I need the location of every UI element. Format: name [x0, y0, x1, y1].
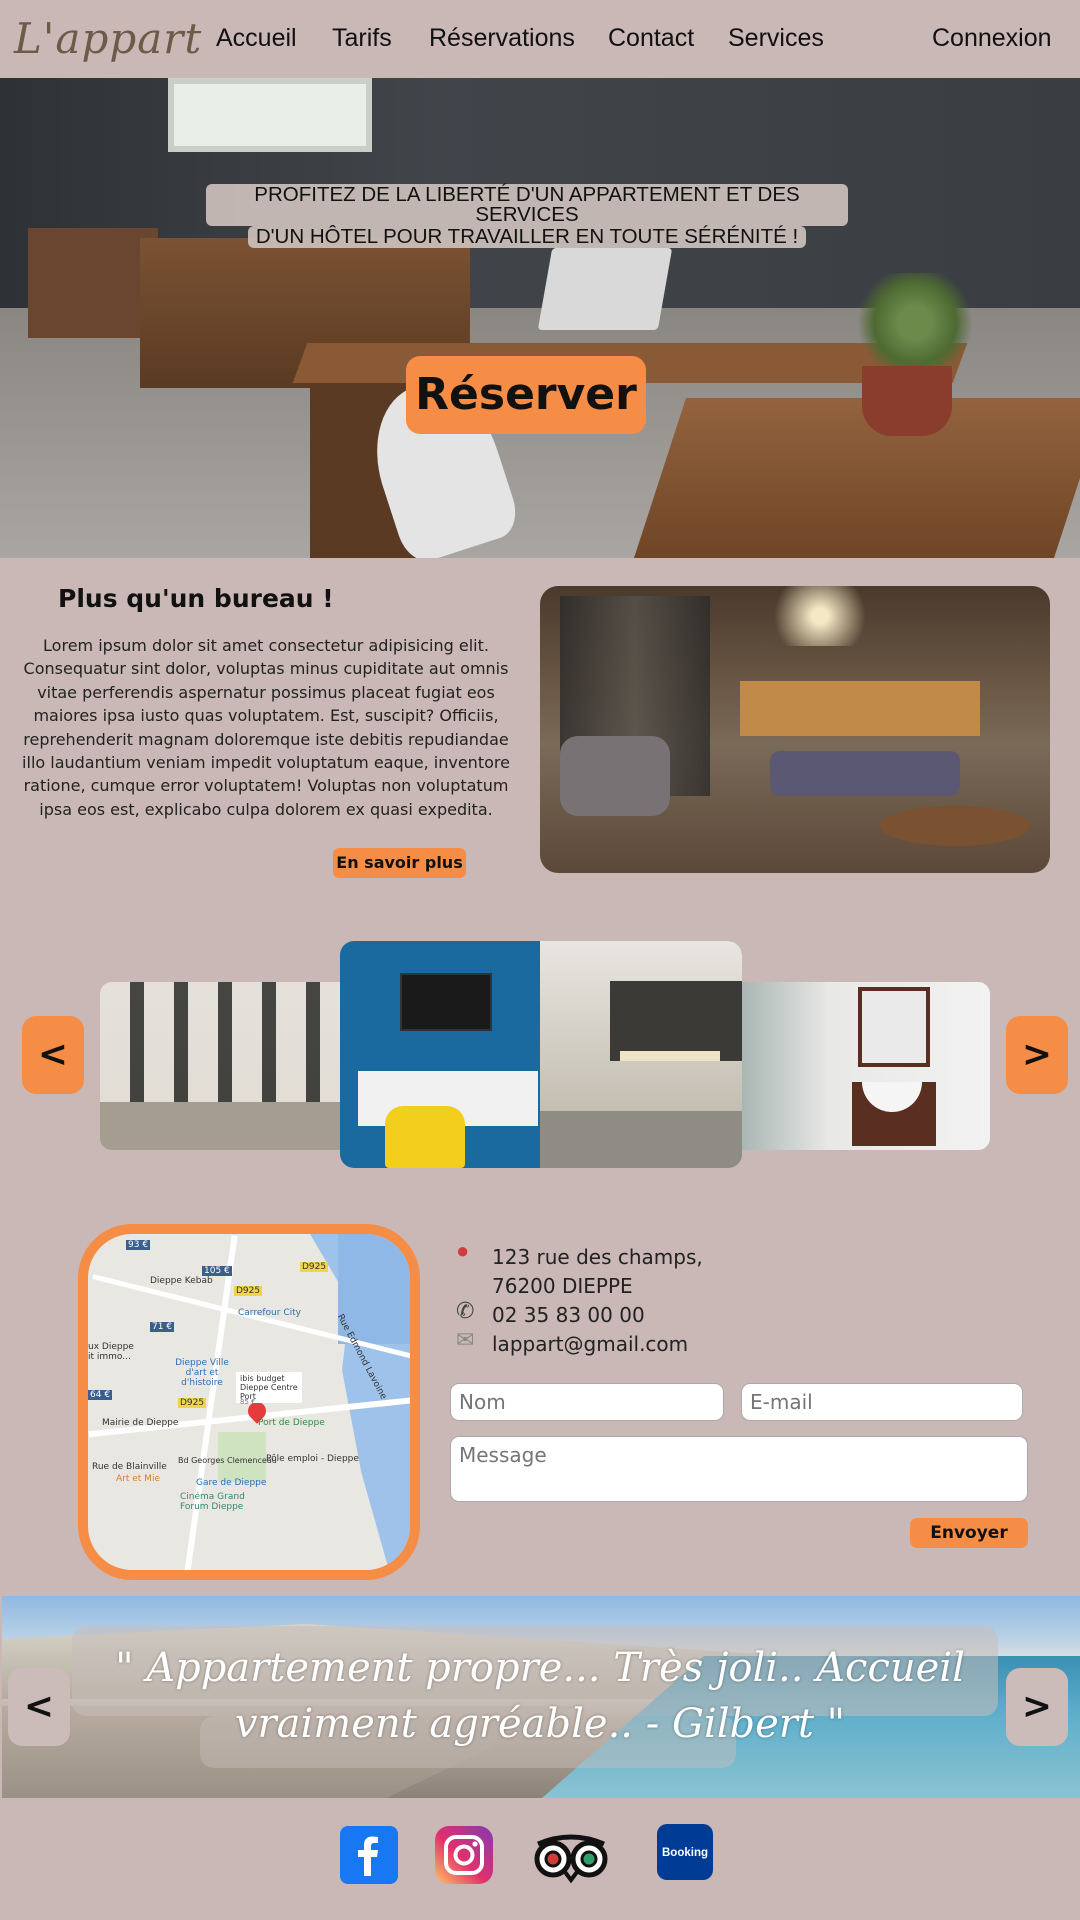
map-label-dieppe-kebab: Dieppe Kebab: [150, 1276, 213, 1286]
phone-icon: ✆: [456, 1298, 475, 1323]
instagram-icon[interactable]: [435, 1826, 493, 1884]
about-photo-chairs: [560, 736, 670, 816]
hero-desk-front: [634, 398, 1080, 558]
send-button[interactable]: Envoyer: [910, 1518, 1028, 1548]
email-address[interactable]: lappart@gmail.com: [492, 1332, 688, 1356]
map-road-label: D925: [300, 1262, 329, 1272]
email-field[interactable]: [741, 1383, 1023, 1421]
site-logo[interactable]: L'appart: [14, 14, 202, 63]
about-text: Lorem ipsum dolor sit amet consectetur a…: [22, 636, 510, 819]
map-label-mairie: Mairie de Dieppe: [102, 1418, 179, 1428]
map-label-ibis-price: 85 €: [240, 1398, 256, 1406]
hero-plant-pot: [862, 366, 952, 436]
name-field[interactable]: [450, 1383, 724, 1421]
living-room-counter: [620, 1051, 720, 1061]
map-label-rue-blainville: Rue de Blainville: [92, 1462, 167, 1472]
about-title: Plus qu'un bureau !: [58, 584, 334, 613]
pin-icon: ●: [456, 1238, 470, 1263]
nav-link-contact[interactable]: Contact: [608, 24, 694, 53]
testimonial-prev-button[interactable]: <: [8, 1668, 70, 1746]
learn-more-button[interactable]: En savoir plus: [333, 848, 466, 878]
map-price-tag: 64 €: [88, 1390, 113, 1400]
address-line2: 76200 DIEPPE: [492, 1274, 633, 1298]
map-road-label: D925: [234, 1286, 263, 1296]
living-room-yellow-chair: [385, 1106, 465, 1168]
hero-tagline-line1: PROFITEZ DE LA LIBERTÉ D'UN APPARTEMENT …: [206, 184, 848, 226]
map-price-tag: 105 €: [202, 1266, 232, 1276]
map-label-cinema: Cinéma Grand Forum Dieppe: [180, 1492, 245, 1512]
testimonial-next-button[interactable]: >: [1006, 1668, 1068, 1746]
carousel-next-button[interactable]: >: [1006, 1016, 1068, 1094]
carousel-photo-bathroom: [742, 982, 990, 1150]
hero-plant: [850, 273, 980, 373]
booking-label: Booking: [662, 1847, 708, 1859]
reserve-button[interactable]: Réserver: [406, 356, 646, 434]
hero-window: [168, 78, 372, 152]
hero-desk-back: [28, 228, 158, 338]
courtyard-ground: [100, 1102, 340, 1150]
nav-link-accueil[interactable]: Accueil: [216, 24, 297, 53]
about-photo: [540, 586, 1050, 873]
map-label-gare: Gare de Dieppe: [196, 1478, 267, 1488]
carousel-photo-courtyard: [100, 982, 340, 1150]
hero-banner: PROFITEZ DE LA LIBERTÉ D'UN APPARTEMENT …: [0, 78, 1080, 558]
phone-number[interactable]: 02 35 83 00 00: [492, 1303, 645, 1327]
facebook-icon[interactable]: [340, 1826, 398, 1884]
map-label-immo: it immo...: [88, 1352, 131, 1362]
carousel-photo-living-room: [340, 941, 742, 1168]
about-photo-table: [880, 806, 1030, 846]
hero-tagline-line2: D'UN HÔTEL POUR TRAVAILLER EN TOUTE SÉRÉ…: [247, 226, 807, 248]
about-photo-sofa: [770, 751, 960, 796]
living-room-floor: [540, 1111, 742, 1168]
living-room-kitchen: [610, 981, 742, 1061]
map-price-tag: 71 €: [150, 1322, 175, 1332]
map-label-art-mie: Art et Mie: [116, 1474, 160, 1484]
hero-laptop: [537, 248, 673, 330]
login-link[interactable]: Connexion: [932, 24, 1052, 53]
bathroom-mirror: [858, 987, 930, 1067]
testimonial-quote: " Appartement propre... Très joli.. Accu…: [115, 1645, 965, 1747]
location-map[interactable]: 93 € Dieppe Kebab 105 € D925 D925 Carref…: [78, 1224, 420, 1580]
about-photo-bar: [740, 681, 980, 736]
booking-icon[interactable]: Booking: [657, 1824, 713, 1880]
map-road-label: D925: [178, 1398, 207, 1408]
map-label-carrefour: Carrefour City: [238, 1308, 301, 1318]
nav-link-reservations[interactable]: Réservations: [429, 24, 575, 53]
address-line1: 123 rue des champs,: [492, 1245, 703, 1269]
mail-icon: ✉: [456, 1327, 475, 1352]
about-photo-lights: [750, 586, 890, 646]
carousel-prev-button[interactable]: <: [22, 1016, 84, 1094]
map-price-tag: 93 €: [126, 1240, 151, 1250]
map-label-bd-georges: Bd Georges Clemenceau: [178, 1456, 277, 1465]
map-label-port: Port de Dieppe: [258, 1418, 325, 1428]
map-label-lux: ux Dieppe: [88, 1342, 134, 1352]
map-label-dieppe-ville: Dieppe Ville d'art et d'histoire: [175, 1358, 229, 1388]
message-field[interactable]: [450, 1436, 1028, 1502]
tripadvisor-icon[interactable]: [530, 1826, 612, 1884]
living-room-tv: [400, 973, 492, 1031]
nav-link-services[interactable]: Services: [728, 24, 824, 53]
nav-link-tarifs[interactable]: Tarifs: [332, 24, 392, 53]
courtyard-building: [100, 982, 340, 1102]
hero-tagline: PROFITEZ DE LA LIBERTÉ D'UN APPARTEMENT …: [206, 184, 848, 248]
map-label-pole-emploi: Pôle emploi - Dieppe: [266, 1454, 359, 1464]
top-nav: L'appart Accueil Tarifs Réservations Con…: [0, 0, 1080, 78]
